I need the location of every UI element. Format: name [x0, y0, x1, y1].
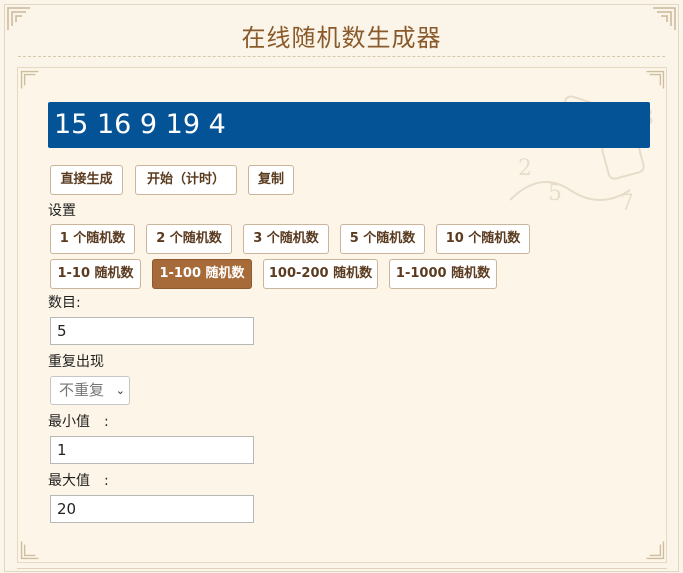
start-timed-button[interactable]: 开始（计时）: [135, 165, 237, 195]
repeat-select[interactable]: 不重复 ⌄: [50, 376, 130, 405]
title-divider: [18, 56, 665, 57]
range-1-10-button[interactable]: 1-10 随机数: [50, 259, 141, 289]
preset-5-numbers-button[interactable]: 5 个随机数: [340, 224, 425, 254]
panel-footer-divider: [17, 568, 667, 569]
generate-button[interactable]: 直接生成: [50, 165, 123, 195]
preset-2-numbers-button[interactable]: 2 个随机数: [146, 224, 232, 254]
svg-text:2: 2: [518, 156, 532, 181]
range-100-200-button[interactable]: 100-200 随机数: [263, 259, 378, 289]
corner-ornament-icon: [20, 540, 40, 560]
preset-3-numbers-button[interactable]: 3 个随机数: [243, 224, 329, 254]
svg-text:7: 7: [620, 191, 634, 216]
range-1-1000-button[interactable]: 1-1000 随机数: [389, 259, 497, 289]
count-label: 数目:: [48, 295, 81, 311]
dice-watermark-icon: 2 5 7 3: [500, 80, 665, 220]
preset-1-number-button[interactable]: 1 个随机数: [50, 224, 135, 254]
settings-heading: 设置: [48, 203, 76, 219]
copy-button[interactable]: 复制: [248, 165, 294, 195]
page-title: 在线随机数生成器: [241, 24, 442, 52]
repeat-select-value: 不重复: [59, 381, 105, 399]
chevron-down-icon: ⌄: [115, 384, 125, 397]
repeat-label: 重复出现: [48, 354, 104, 370]
preset-10-numbers-button[interactable]: 10 个随机数: [436, 224, 530, 254]
min-label: 最小值 :: [48, 414, 109, 430]
svg-text:5: 5: [548, 181, 562, 206]
corner-ornament-icon: [20, 70, 40, 90]
min-input[interactable]: 1: [50, 436, 254, 464]
max-label: 最大值 :: [48, 473, 109, 489]
corner-ornament-icon: [645, 540, 665, 560]
count-input[interactable]: 5: [50, 317, 254, 345]
max-input[interactable]: 20: [50, 495, 254, 523]
range-1-100-button[interactable]: 1-100 随机数: [152, 259, 252, 289]
random-result-display: 15 16 9 19 4: [48, 102, 650, 148]
